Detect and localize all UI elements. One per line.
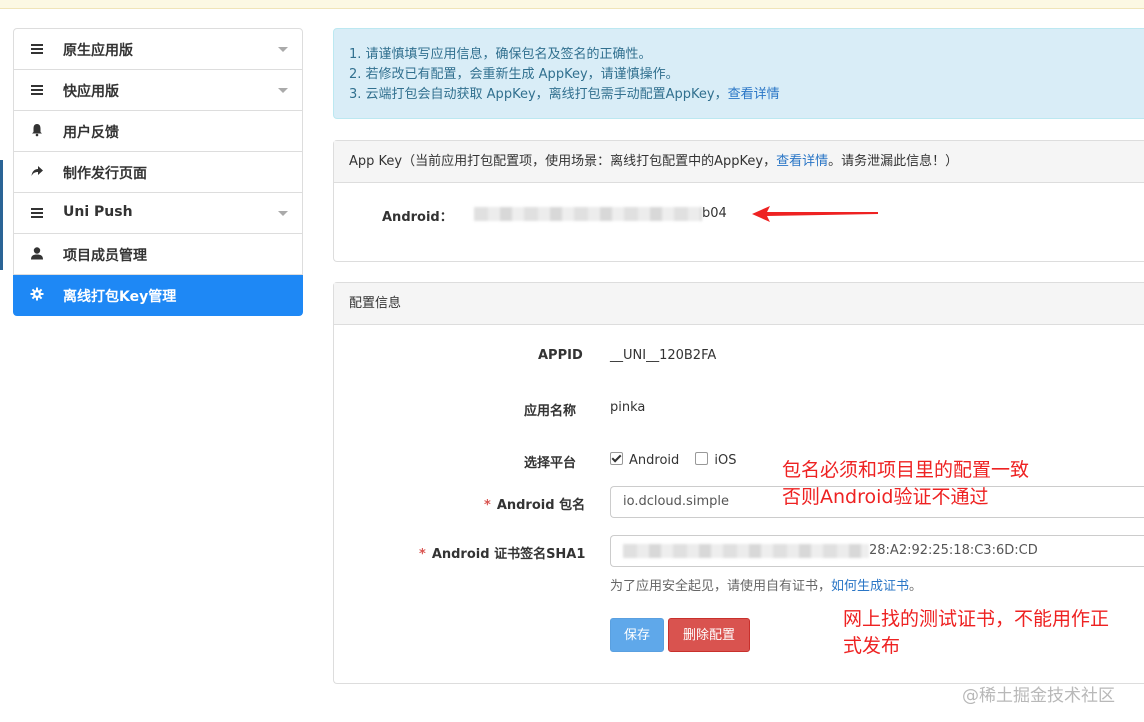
alert-line-1: 1. 请谨慎填写应用信息，确保包名及签名的正确性。: [349, 47, 652, 62]
alert-line-2: 2. 若修改已有配置，会重新生成 AppKey，请谨慎操作。: [349, 67, 679, 82]
annotation-line: 包名必须和项目里的配置一致: [782, 459, 1030, 481]
sidebar-item-release-page[interactable]: 制作发行页面: [13, 152, 303, 193]
sidebar-item-label: 制作发行页面: [63, 166, 147, 182]
info-alert: 1. 请谨慎填写应用信息，确保包名及签名的正确性。 2. 若修改已有配置，会重新…: [333, 28, 1144, 119]
top-warning-strip: [0, 0, 1144, 9]
gear-icon: [30, 287, 44, 301]
how-to-generate-cert-link[interactable]: 如何生成证书: [831, 579, 909, 594]
menu-icon: [31, 42, 45, 56]
sidebar-item-label: 离线打包Key管理: [63, 289, 177, 305]
hint-text: 为了应用安全起见，请使用自有证书，: [610, 579, 832, 594]
package-name-label: * Android 包名: [484, 494, 585, 513]
redacted-blur: [474, 206, 702, 221]
sha1-input[interactable]: 28:A2:92:25:18:C3:6D:CD: [610, 535, 1144, 567]
view-details-link[interactable]: 查看详情: [728, 87, 780, 102]
annotation-line: 网上找的测试证书，不能用作正: [843, 608, 1110, 630]
sidebar-item-members[interactable]: 项目成员管理: [13, 234, 303, 275]
appkey-header-text: App Key（当前应用打包配置项，使用场景：离线打包配置中的AppKey，: [349, 154, 777, 169]
platform-label: 选择平台: [524, 456, 577, 471]
appkey-panel-header: App Key（当前应用打包配置项，使用场景：离线打包配置中的AppKey，查看…: [334, 141, 1144, 183]
android-appkey-label: Android：: [382, 210, 453, 225]
appkey-details-link[interactable]: 查看详情: [776, 154, 828, 169]
android-checkbox-option[interactable]: Android: [610, 452, 680, 468]
chevron-down-icon: [278, 47, 288, 52]
android-checkbox[interactable]: [610, 452, 623, 465]
annotation-package-note: 包名必须和项目里的配置一致 否则Android验证不通过: [782, 457, 1029, 511]
save-button[interactable]: 保存: [610, 618, 664, 652]
sidebar-item-label: 项目成员管理: [63, 248, 147, 264]
annotation-line: 否则Android验证不通过: [782, 486, 989, 508]
hint-end: 。: [909, 579, 923, 594]
watermark: @稀土掘金技术社区: [962, 686, 1115, 706]
annotation-cert-note: 网上找的测试证书，不能用作正 式发布: [843, 606, 1109, 660]
sidebar-item-label: 用户反馈: [63, 125, 119, 141]
platform-options: Android iOS: [610, 452, 737, 468]
ios-checkbox-option[interactable]: iOS: [695, 452, 737, 468]
sidebar-item-label: Uni Push: [63, 204, 133, 220]
app-name-value: pinka: [610, 400, 646, 415]
sha1-label-text: Android 证书签名SHA1: [431, 547, 586, 562]
ios-checkbox[interactable]: [695, 452, 709, 465]
sha1-visible-suffix: 28:A2:92:25:18:C3:6D:CD: [869, 543, 1038, 558]
user-icon: [30, 246, 44, 260]
bell-icon: [30, 123, 44, 137]
appid-label: APPID: [538, 348, 583, 363]
appkey-panel: App Key（当前应用打包配置项，使用场景：离线打包配置中的AppKey，查看…: [333, 140, 1144, 262]
menu-icon: [31, 206, 45, 220]
redacted-blur: [623, 543, 869, 558]
required-mark: *: [484, 498, 491, 513]
required-mark: *: [419, 547, 426, 562]
android-option-label: Android: [629, 453, 680, 468]
sha1-label: * Android 证书签名SHA1: [419, 543, 585, 562]
delete-config-button[interactable]: 删除配置: [668, 618, 750, 652]
alert-line-3-text: 3. 云端打包会自动获取 AppKey，离线打包需手动配置AppKey，: [349, 87, 728, 102]
annotation-line: 式发布: [843, 635, 901, 657]
certificate-hint: 为了应用安全起见，请使用自有证书，如何生成证书。: [610, 575, 922, 594]
sidebar-item-label: 快应用版: [63, 84, 119, 100]
left-edge-marker: [0, 160, 3, 270]
app-name-label: 应用名称: [524, 404, 577, 419]
sidebar-item-offline-key[interactable]: 离线打包Key管理: [13, 275, 303, 316]
sidebar-item-label: 原生应用版: [63, 43, 133, 59]
chevron-down-icon: [278, 88, 288, 93]
alert-line-3: 3. 云端打包会自动获取 AppKey，离线打包需手动配置AppKey，查看详情: [349, 85, 1144, 105]
chevron-down-icon: [278, 211, 288, 216]
package-name-label-text: Android 包名: [496, 498, 586, 513]
share-arrow-icon: [30, 164, 44, 178]
appid-value: __UNI__120B2FA: [610, 348, 717, 363]
sidebar-item-native-app[interactable]: 原生应用版: [13, 28, 303, 70]
appkey-visible-suffix: b04: [702, 206, 727, 221]
config-panel-header: 配置信息: [334, 283, 1144, 325]
android-appkey-value: b04: [474, 206, 727, 221]
sidebar-item-uni-push[interactable]: Uni Push: [13, 193, 303, 234]
red-arrow-icon: [752, 206, 878, 222]
appkey-header-suffix: 。请务泄漏此信息！）: [828, 154, 959, 169]
ios-option-label: iOS: [714, 453, 737, 468]
menu-icon: [31, 83, 45, 97]
sidebar-item-feedback[interactable]: 用户反馈: [13, 111, 303, 152]
sidebar-item-quick-app[interactable]: 快应用版: [13, 70, 303, 111]
sidebar: 原生应用版 快应用版 用户反馈 制作发行页面 Uni Push 项目成员管理 离…: [13, 28, 303, 316]
